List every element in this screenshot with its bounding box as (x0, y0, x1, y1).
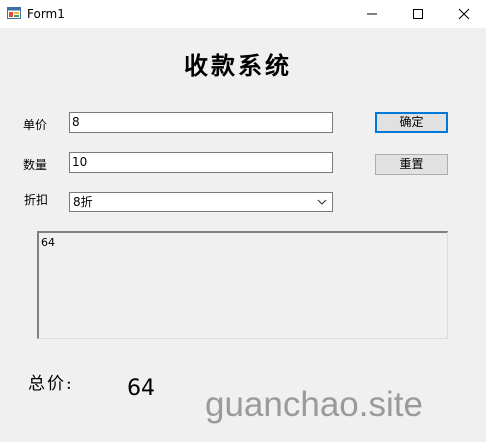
total-label: 总价: (28, 374, 74, 394)
chevron-down-icon (317, 199, 327, 205)
confirm-button[interactable]: 确定 (375, 112, 448, 133)
window-title: Form1 (27, 7, 65, 21)
quantity-label: 数量 (23, 158, 48, 172)
close-button[interactable] (441, 0, 486, 28)
total-value: 64 (127, 376, 155, 401)
app-icon (7, 7, 21, 19)
maximize-button[interactable] (395, 0, 441, 28)
title-bar: Form1 (0, 0, 486, 28)
discount-select[interactable]: 8折 (69, 192, 333, 212)
discount-label: 折扣 (24, 193, 49, 207)
unit-price-input[interactable]: 8 (69, 112, 333, 133)
result-textarea[interactable]: 64 (37, 231, 448, 339)
minimize-button[interactable] (349, 0, 395, 28)
app-heading: 收款系统 (184, 51, 292, 80)
minimize-icon (367, 13, 377, 15)
maximize-icon (413, 9, 423, 19)
reset-button[interactable]: 重置 (375, 154, 448, 175)
result-text: 64 (41, 236, 55, 249)
watermark-text: guanchao.site (205, 385, 423, 424)
close-icon (458, 8, 470, 20)
quantity-input[interactable]: 10 (69, 152, 333, 173)
discount-selected-value: 8折 (73, 195, 93, 209)
unit-price-label: 单价 (23, 118, 48, 132)
